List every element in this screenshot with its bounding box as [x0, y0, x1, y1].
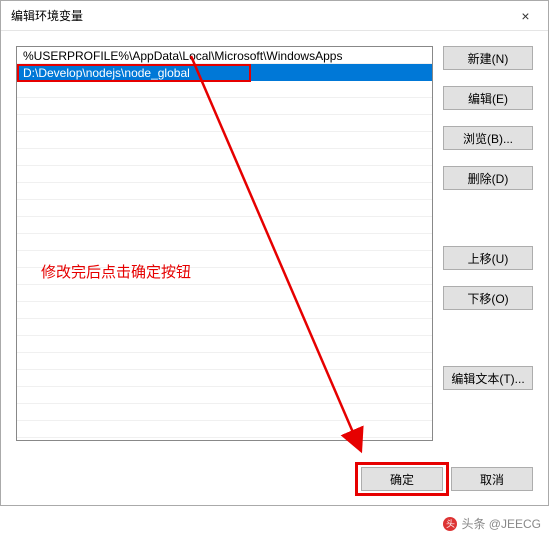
annotation-text: 修改完后点击确定按钮	[41, 261, 191, 282]
cancel-button[interactable]: 取消	[451, 467, 533, 491]
list-item[interactable]: %USERPROFILE%\AppData\Local\Microsoft\Wi…	[17, 47, 432, 64]
close-icon: ×	[521, 8, 529, 24]
delete-button[interactable]: 删除(D)	[443, 166, 533, 190]
watermark: 头 头条 @JEECG	[443, 515, 541, 532]
button-column: 新建(N) 编辑(E) 浏览(B)... 删除(D) 上移(U) 下移(O) 编…	[443, 46, 533, 490]
new-button[interactable]: 新建(N)	[443, 46, 533, 70]
browse-button[interactable]: 浏览(B)...	[443, 126, 533, 150]
move-down-button[interactable]: 下移(O)	[443, 286, 533, 310]
dialog-window: 编辑环境变量 × %USERPROFILE%\AppData\Local\Mic…	[0, 0, 549, 506]
ok-button[interactable]: 确定	[361, 467, 443, 491]
list-item[interactable]: D:\Develop\nodejs\node_global	[17, 64, 432, 81]
window-title: 编辑环境变量	[11, 7, 83, 24]
listbox-background	[17, 47, 432, 440]
dialog-bottom-buttons: 确定 取消	[361, 467, 533, 491]
close-button[interactable]: ×	[503, 1, 548, 31]
watermark-text: 头条 @JEECG	[461, 515, 541, 532]
watermark-icon: 头	[443, 517, 457, 531]
move-up-button[interactable]: 上移(U)	[443, 246, 533, 270]
edit-text-button[interactable]: 编辑文本(T)...	[443, 366, 533, 390]
titlebar: 编辑环境变量 ×	[1, 1, 548, 31]
path-listbox[interactable]: %USERPROFILE%\AppData\Local\Microsoft\Wi…	[16, 46, 433, 441]
edit-button[interactable]: 编辑(E)	[443, 86, 533, 110]
